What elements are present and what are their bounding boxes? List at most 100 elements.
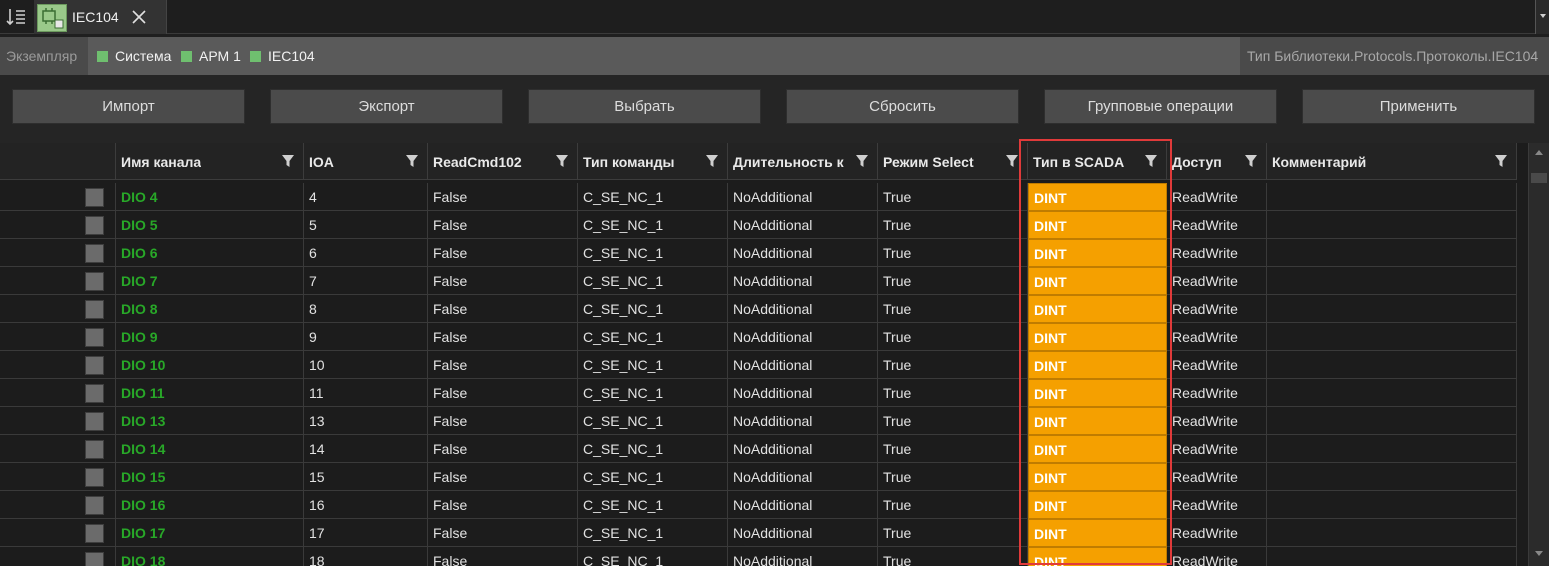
select-mode-cell[interactable]: True (878, 295, 1028, 323)
select-mode-cell[interactable]: True (878, 491, 1028, 519)
header-duration[interactable]: Длительность к (728, 143, 878, 180)
filter-icon[interactable] (1244, 154, 1258, 168)
row-checkbox[interactable] (85, 216, 104, 235)
ioa-cell[interactable]: 13 (304, 407, 428, 435)
readcmd102-cell[interactable]: False (428, 547, 578, 566)
row-checkbox[interactable] (85, 356, 104, 375)
channel-name-cell[interactable]: DIO 6 (116, 239, 304, 267)
command-type-cell[interactable]: C_SE_NC_1 (578, 267, 728, 295)
row-checkbox[interactable] (85, 440, 104, 459)
access-cell[interactable]: ReadWrite (1167, 323, 1267, 351)
readcmd102-cell[interactable]: False (428, 519, 578, 547)
duration-cell[interactable]: NoAdditional (728, 463, 878, 491)
duration-cell[interactable]: NoAdditional (728, 323, 878, 351)
select-mode-cell[interactable]: True (878, 519, 1028, 547)
channel-name-cell[interactable]: DIO 5 (116, 211, 304, 239)
scroll-down-icon[interactable] (1529, 543, 1549, 563)
filter-icon[interactable] (405, 154, 419, 168)
row-checkbox[interactable] (85, 524, 104, 543)
comment-cell[interactable] (1267, 267, 1517, 295)
channel-name-cell[interactable]: DIO 15 (116, 463, 304, 491)
channel-name-cell[interactable]: DIO 9 (116, 323, 304, 351)
scada-type-cell[interactable]: DINT (1028, 379, 1167, 407)
group-operations-button[interactable]: Групповые операции (1044, 89, 1277, 124)
select-button[interactable]: Выбрать (528, 89, 761, 124)
row-checkbox[interactable] (85, 468, 104, 487)
filter-icon[interactable] (281, 154, 295, 168)
command-type-cell[interactable]: C_SE_NC_1 (578, 379, 728, 407)
command-type-cell[interactable]: C_SE_NC_1 (578, 239, 728, 267)
command-type-cell[interactable]: C_SE_NC_1 (578, 491, 728, 519)
comment-cell[interactable] (1267, 211, 1517, 239)
readcmd102-cell[interactable]: False (428, 239, 578, 267)
select-mode-cell[interactable]: True (878, 407, 1028, 435)
scada-type-cell[interactable]: DINT (1028, 519, 1167, 547)
access-cell[interactable]: ReadWrite (1167, 407, 1267, 435)
comment-cell[interactable] (1267, 547, 1517, 566)
comment-cell[interactable] (1267, 323, 1517, 351)
scroll-thumb[interactable] (1531, 173, 1547, 183)
command-type-cell[interactable]: C_SE_NC_1 (578, 547, 728, 566)
header-readcmd102[interactable]: ReadCmd102 (428, 143, 578, 180)
comment-cell[interactable] (1267, 435, 1517, 463)
ioa-cell[interactable]: 10 (304, 351, 428, 379)
command-type-cell[interactable]: C_SE_NC_1 (578, 351, 728, 379)
breadcrumb-item-iec104[interactable]: IEC104 (250, 48, 315, 64)
channel-name-cell[interactable]: DIO 11 (116, 379, 304, 407)
readcmd102-cell[interactable]: False (428, 323, 578, 351)
channel-name-cell[interactable]: DIO 17 (116, 519, 304, 547)
readcmd102-cell[interactable]: False (428, 407, 578, 435)
scada-type-cell[interactable]: DINT (1028, 323, 1167, 351)
import-button[interactable]: Импорт (12, 89, 245, 124)
scada-type-cell[interactable]: DINT (1028, 491, 1167, 519)
comment-cell[interactable] (1267, 351, 1517, 379)
access-cell[interactable]: ReadWrite (1167, 379, 1267, 407)
row-checkbox[interactable] (85, 412, 104, 431)
duration-cell[interactable]: NoAdditional (728, 267, 878, 295)
readcmd102-cell[interactable]: False (428, 267, 578, 295)
scroll-up-icon[interactable] (1529, 143, 1549, 163)
table-row[interactable]: DIO 14 14 False C_SE_NC_1 NoAdditional True DI… (0, 435, 1517, 463)
comment-cell[interactable] (1267, 407, 1517, 435)
access-cell[interactable]: ReadWrite (1167, 519, 1267, 547)
tab-iec104[interactable]: IEC104 (34, 0, 167, 34)
comment-cell[interactable] (1267, 295, 1517, 323)
scada-type-cell[interactable]: DINT (1028, 463, 1167, 491)
duration-cell[interactable]: NoAdditional (728, 519, 878, 547)
channel-name-cell[interactable]: DIO 16 (116, 491, 304, 519)
scada-type-cell[interactable]: DINT (1028, 267, 1167, 295)
command-type-cell[interactable]: C_SE_NC_1 (578, 323, 728, 351)
select-mode-cell[interactable]: True (878, 463, 1028, 491)
comment-cell[interactable] (1267, 183, 1517, 211)
row-checkbox[interactable] (85, 272, 104, 291)
scada-type-cell[interactable]: DINT (1028, 547, 1167, 566)
sort-list-icon[interactable] (4, 6, 28, 28)
filter-icon[interactable] (855, 154, 869, 168)
readcmd102-cell[interactable]: False (428, 211, 578, 239)
table-row[interactable]: DIO 8 8 False C_SE_NC_1 NoAdditional True DINT… (0, 295, 1517, 323)
breadcrumb-item-arm1[interactable]: АРМ 1 (181, 48, 241, 64)
table-row[interactable]: DIO 5 5 False C_SE_NC_1 NoAdditional True DINT… (0, 211, 1517, 239)
duration-cell[interactable]: NoAdditional (728, 295, 878, 323)
ioa-cell[interactable]: 14 (304, 435, 428, 463)
duration-cell[interactable]: NoAdditional (728, 211, 878, 239)
table-row[interactable]: DIO 15 15 False C_SE_NC_1 NoAdditional True DI… (0, 463, 1517, 491)
command-type-cell[interactable]: C_SE_NC_1 (578, 211, 728, 239)
channel-name-cell[interactable]: DIO 14 (116, 435, 304, 463)
apply-button[interactable]: Применить (1302, 89, 1535, 124)
duration-cell[interactable]: NoAdditional (728, 351, 878, 379)
table-row[interactable]: DIO 18 18 False C_SE_NC_1 NoAdditional True DI… (0, 547, 1517, 566)
scada-type-cell[interactable]: DINT (1028, 211, 1167, 239)
select-mode-cell[interactable]: True (878, 435, 1028, 463)
comment-cell[interactable] (1267, 463, 1517, 491)
readcmd102-cell[interactable]: False (428, 183, 578, 211)
comment-cell[interactable] (1267, 239, 1517, 267)
table-row[interactable]: DIO 10 10 False C_SE_NC_1 NoAdditional True DI… (0, 351, 1517, 379)
select-mode-cell[interactable]: True (878, 183, 1028, 211)
table-row[interactable]: DIO 11 11 False C_SE_NC_1 NoAdditional True DI… (0, 379, 1517, 407)
duration-cell[interactable]: NoAdditional (728, 183, 878, 211)
select-mode-cell[interactable]: True (878, 351, 1028, 379)
filter-icon[interactable] (1005, 154, 1019, 168)
readcmd102-cell[interactable]: False (428, 463, 578, 491)
ioa-cell[interactable]: 6 (304, 239, 428, 267)
